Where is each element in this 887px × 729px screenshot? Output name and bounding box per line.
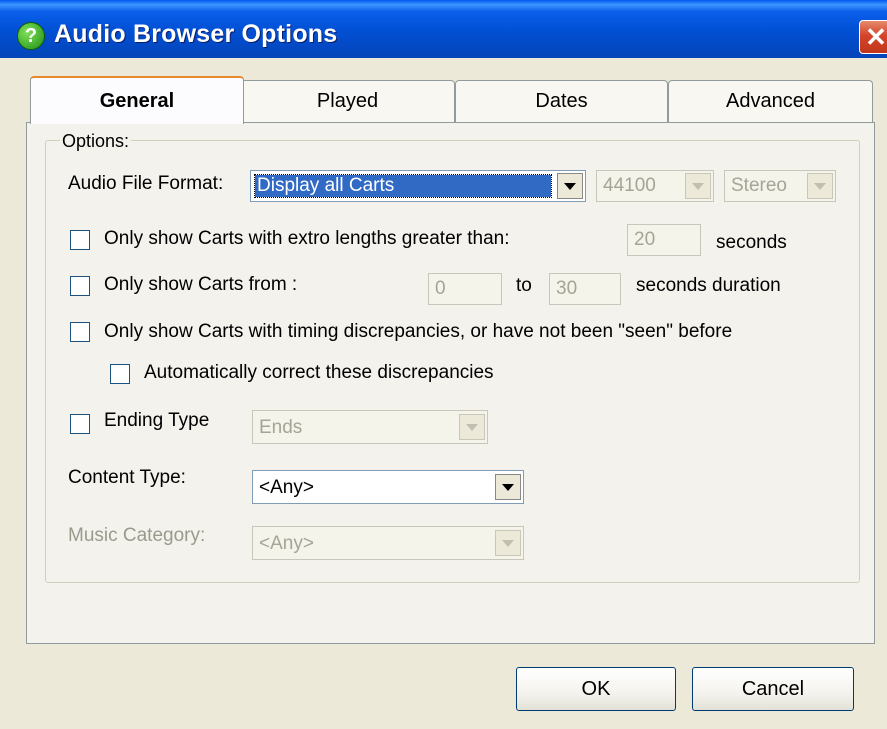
tab-dates[interactable]: Dates — [455, 80, 668, 122]
audio-file-format-select[interactable]: Display all Carts — [250, 170, 586, 202]
title-bar[interactable]: ? Audio Browser Options ✕ — [0, 0, 887, 58]
ending-type-label: Ending Type — [104, 410, 210, 431]
audio-file-format-label: Audio File Format: — [68, 173, 224, 194]
tab-general[interactable]: General — [30, 76, 244, 124]
chevron-down-icon[interactable] — [557, 173, 583, 199]
duration-to-label: to — [516, 275, 532, 296]
chevron-down-icon[interactable] — [495, 474, 521, 500]
chevron-down-icon — [807, 173, 833, 199]
ok-button[interactable]: OK — [516, 667, 676, 711]
channels-value: Stereo — [731, 175, 787, 196]
cancel-button[interactable]: Cancel — [692, 667, 854, 711]
tab-advanced[interactable]: Advanced — [668, 80, 873, 122]
extro-seconds-label: seconds — [716, 232, 787, 253]
extro-length-input: 20 — [627, 224, 701, 256]
duration-from-input: 0 — [428, 273, 502, 305]
timing-discrepancies-label: Only show Carts with timing discrepancie… — [104, 321, 733, 342]
extro-length-label: Only show Carts with extro lengths great… — [104, 228, 510, 249]
chevron-down-icon — [459, 414, 485, 440]
close-icon: ✕ — [865, 22, 887, 52]
tab-played[interactable]: Played — [240, 80, 455, 122]
close-button[interactable]: ✕ — [859, 20, 887, 54]
duration-unit-label: seconds duration — [636, 275, 781, 296]
music-category-label: Music Category: — [68, 525, 206, 546]
ending-type-select: Ends — [252, 410, 488, 444]
music-category-value: <Any> — [259, 533, 314, 554]
music-category-select: <Any> — [252, 526, 524, 560]
chevron-down-icon — [685, 173, 711, 199]
duration-label: Only show Carts from : — [104, 274, 298, 295]
content-type-select[interactable]: <Any> — [252, 470, 524, 504]
content-type-value: <Any> — [259, 477, 314, 498]
content-type-label: Content Type: — [68, 467, 186, 488]
duration-checkbox[interactable] — [70, 276, 90, 296]
sample-rate-value: 44100 — [603, 175, 656, 196]
audio-browser-options-dialog: ? Audio Browser Options ✕ General Played… — [0, 0, 887, 729]
ending-type-value: Ends — [259, 417, 303, 438]
chevron-down-icon — [495, 530, 521, 556]
auto-correct-checkbox[interactable] — [110, 364, 130, 384]
channels-select: Stereo — [724, 170, 836, 202]
sample-rate-select: 44100 — [596, 170, 714, 202]
window-title: Audio Browser Options — [54, 20, 338, 48]
help-icon: ? — [17, 22, 45, 50]
options-group-label: Options: — [60, 131, 132, 152]
extro-length-checkbox[interactable] — [70, 230, 90, 250]
ending-type-checkbox[interactable] — [70, 414, 90, 434]
audio-file-format-value: Display all Carts — [254, 174, 552, 198]
duration-to-input: 30 — [549, 273, 621, 305]
timing-discrepancies-checkbox[interactable] — [70, 322, 90, 342]
auto-correct-label: Automatically correct these discrepancie… — [144, 362, 494, 383]
